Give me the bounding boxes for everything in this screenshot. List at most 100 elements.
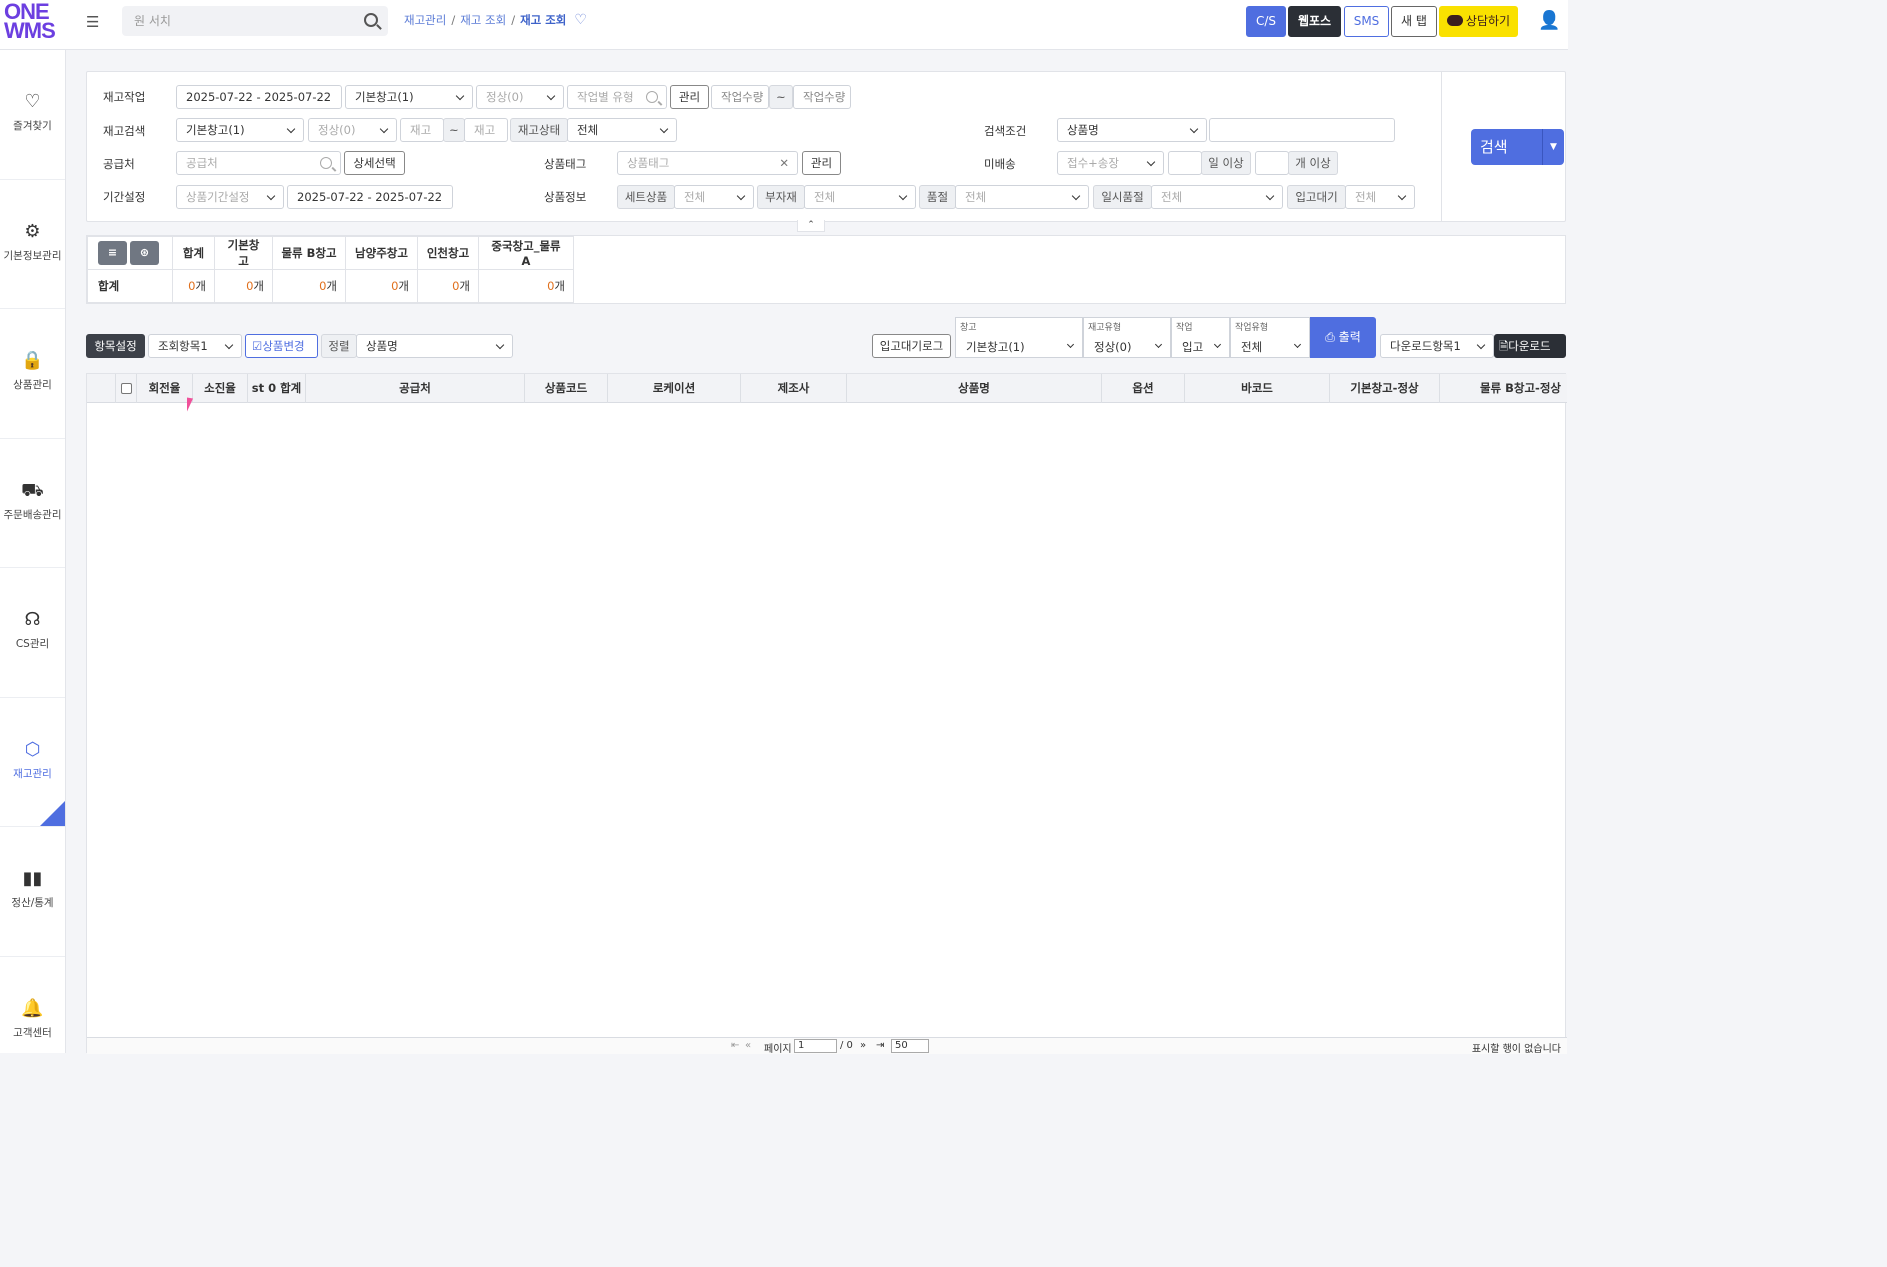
undelivered-days-input[interactable] xyxy=(1168,151,1202,175)
view-item-select[interactable]: 조회항목1 xyxy=(148,334,242,358)
supplier-input[interactable]: 공급처 xyxy=(176,151,341,175)
panel-divider xyxy=(1441,72,1442,221)
prev-page-icon[interactable]: « xyxy=(745,1040,751,1051)
item-setting-button[interactable]: 항목설정 xyxy=(86,334,145,358)
breadcrumb-current: 재고 조회 xyxy=(520,13,567,27)
work-type-input[interactable]: 작업별 유형 xyxy=(567,85,667,109)
sort-label: 정렬 xyxy=(321,334,357,358)
inbound-wait-select[interactable]: 전체 xyxy=(1345,185,1415,209)
sort-select[interactable]: 상품명 xyxy=(356,334,513,358)
consult-button[interactable]: 상담하기 xyxy=(1439,6,1518,37)
col-header[interactable]: 회전율 xyxy=(137,374,193,403)
global-search-input[interactable]: 원 서치 xyxy=(122,6,388,36)
summary-row-label: 합계 xyxy=(87,269,173,303)
soldout-select[interactable]: 전체 xyxy=(955,185,1089,209)
print-work-select[interactable]: 작업 입고 xyxy=(1171,317,1230,358)
sms-button[interactable]: SMS xyxy=(1344,6,1389,37)
work-qty-to[interactable]: 작업수량 xyxy=(793,85,851,109)
undelivered-select[interactable]: 접수+송장 xyxy=(1057,151,1164,175)
print-button[interactable]: ⎙ 출력 xyxy=(1310,317,1376,358)
print-warehouse-select[interactable]: 창고 기본창고(1) xyxy=(955,317,1083,358)
label-product-info: 상품정보 xyxy=(544,190,587,204)
sidebar-item-support[interactable]: 🔔 고객센터 xyxy=(0,957,65,1087)
col-header[interactable]: 소진율 xyxy=(193,374,248,403)
product-change-button[interactable]: ☑상품변경 xyxy=(245,334,318,358)
label-stock-search: 재고검색 xyxy=(103,124,146,138)
sidebar-item-product[interactable]: 🔒 상품관리 xyxy=(0,309,65,439)
col-header[interactable]: 공급처 xyxy=(306,374,525,403)
page-size-select[interactable]: 50 xyxy=(891,1039,929,1053)
col-header[interactable]: 상품코드 xyxy=(525,374,608,403)
work-type-manage-button[interactable]: 관리 xyxy=(670,85,709,109)
last-page-icon[interactable]: ⇥ xyxy=(876,1040,884,1051)
qty-tilde: ~ xyxy=(769,85,793,109)
col-header[interactable]: 상품명 xyxy=(847,374,1102,403)
menu-toggle-icon[interactable]: ☰ xyxy=(86,13,99,31)
stock-to[interactable]: 재고 xyxy=(464,118,508,142)
print-work-type-select[interactable]: 작업유형 전체 xyxy=(1230,317,1310,358)
stock-from[interactable]: 재고 xyxy=(400,118,444,142)
collapse-panel-button[interactable]: ⌃ xyxy=(797,220,825,232)
new-tab-button[interactable]: 새 탭 xyxy=(1391,6,1437,37)
col-header[interactable]: 물류 B창고-정상 xyxy=(1440,374,1567,403)
summary-header: 남양주창고 xyxy=(345,236,418,270)
sidebar-item-basic-info[interactable]: ⚙ 기본정보관리 xyxy=(0,180,65,309)
inbound-wait-log-button[interactable]: 입고대기로그 xyxy=(872,334,951,358)
col-header[interactable]: 옵션 xyxy=(1102,374,1185,403)
product-tag-input[interactable]: 상품태그 ✕ xyxy=(617,151,798,175)
user-avatar-icon[interactable]: 👤 xyxy=(1538,10,1560,31)
search-warehouse-select[interactable]: 기본창고(1) xyxy=(176,118,304,142)
breadcrumb-item[interactable]: 재고관리 xyxy=(404,13,446,27)
label-search-condition: 검색조건 xyxy=(984,124,1027,138)
col-header[interactable]: 제조사 xyxy=(741,374,847,403)
col-header[interactable]: st 0 합계 xyxy=(248,374,306,403)
search-button[interactable]: 검색 ▼ xyxy=(1471,129,1564,165)
webpos-button[interactable]: 웹포스 xyxy=(1288,6,1341,37)
download-button[interactable]: 🗎다운로드 xyxy=(1494,334,1566,358)
col-header[interactable]: 기본창고-정상 xyxy=(1330,374,1440,403)
work-warehouse-select[interactable]: 기본창고(1) xyxy=(345,85,473,109)
currency-icon[interactable]: ⊛ xyxy=(130,241,159,265)
sidebar-item-cs[interactable]: ☊ CS관리 xyxy=(0,568,65,698)
period-date-range[interactable]: 2025-07-22 - 2025-07-22 xyxy=(287,185,453,209)
stock-state-label: 재고상태 xyxy=(510,118,568,142)
print-stock-type-select[interactable]: 재고유형 정상(0) xyxy=(1083,317,1171,358)
clear-x-icon[interactable]: ✕ xyxy=(779,152,789,174)
select-all-checkbox[interactable] xyxy=(116,374,137,403)
active-corner-marker xyxy=(40,801,65,826)
logo[interactable]: ONE WMS xyxy=(4,1,56,42)
sidebar-item-order-delivery[interactable]: ⛟ 주문배송관리 xyxy=(0,439,65,568)
tag-manage-button[interactable]: 관리 xyxy=(802,151,841,175)
filter-icon[interactable]: ≡ xyxy=(98,241,127,265)
sidebar-item-favorites[interactable]: ♡ 즐겨찾기 xyxy=(0,50,65,180)
checkbox-icon: ☑ xyxy=(252,339,263,353)
cs-button[interactable]: C/S xyxy=(1246,6,1286,37)
work-date-range[interactable]: 2025-07-22 - 2025-07-22 xyxy=(176,85,342,109)
undelivered-count-input[interactable] xyxy=(1255,151,1289,175)
search-status-select[interactable]: 정상(0) xyxy=(308,118,397,142)
sidebar-item-settlement[interactable]: ▮▮ 정산/통계 xyxy=(0,827,65,957)
next-page-icon[interactable]: » xyxy=(860,1040,866,1051)
work-status-select[interactable]: 정상(0) xyxy=(476,85,564,109)
label-supplier: 공급처 xyxy=(103,157,135,171)
caret-down-icon[interactable]: ▼ xyxy=(1542,129,1564,165)
search-condition-input[interactable] xyxy=(1209,118,1395,142)
stock-state-select[interactable]: 전체 xyxy=(567,118,677,142)
page-input[interactable]: 1 xyxy=(794,1039,837,1053)
first-page-icon[interactable]: ⇤ xyxy=(731,1040,739,1051)
favorite-heart-icon[interactable]: ♡ xyxy=(574,12,587,28)
period-type-select[interactable]: 상품기간설정 xyxy=(176,185,284,209)
col-header[interactable]: 로케이션 xyxy=(608,374,741,403)
col-header[interactable]: 바코드 xyxy=(1185,374,1330,403)
detail-select-button[interactable]: 상세선택 xyxy=(344,151,405,175)
breadcrumb-item[interactable]: 재고 조회 xyxy=(460,13,506,27)
temp-soldout-select[interactable]: 전체 xyxy=(1151,185,1283,209)
sub-material-select[interactable]: 전체 xyxy=(804,185,916,209)
download-item-select[interactable]: 다운로드항목1 xyxy=(1380,334,1494,358)
set-product-select[interactable]: 전체 xyxy=(674,185,754,209)
work-qty-from[interactable]: 작업수량 xyxy=(711,85,769,109)
search-icon[interactable] xyxy=(364,13,378,27)
sidebar: ♡ 즐겨찾기 ⚙ 기본정보관리 🔒 상품관리 ⛟ 주문배송관리 ☊ CS관리 ⬡ 재고관리 … xyxy=(0,50,66,1053)
sidebar-item-inventory[interactable]: ⬡ 재고관리 xyxy=(0,698,65,827)
search-condition-select[interactable]: 상품명 xyxy=(1057,118,1207,142)
